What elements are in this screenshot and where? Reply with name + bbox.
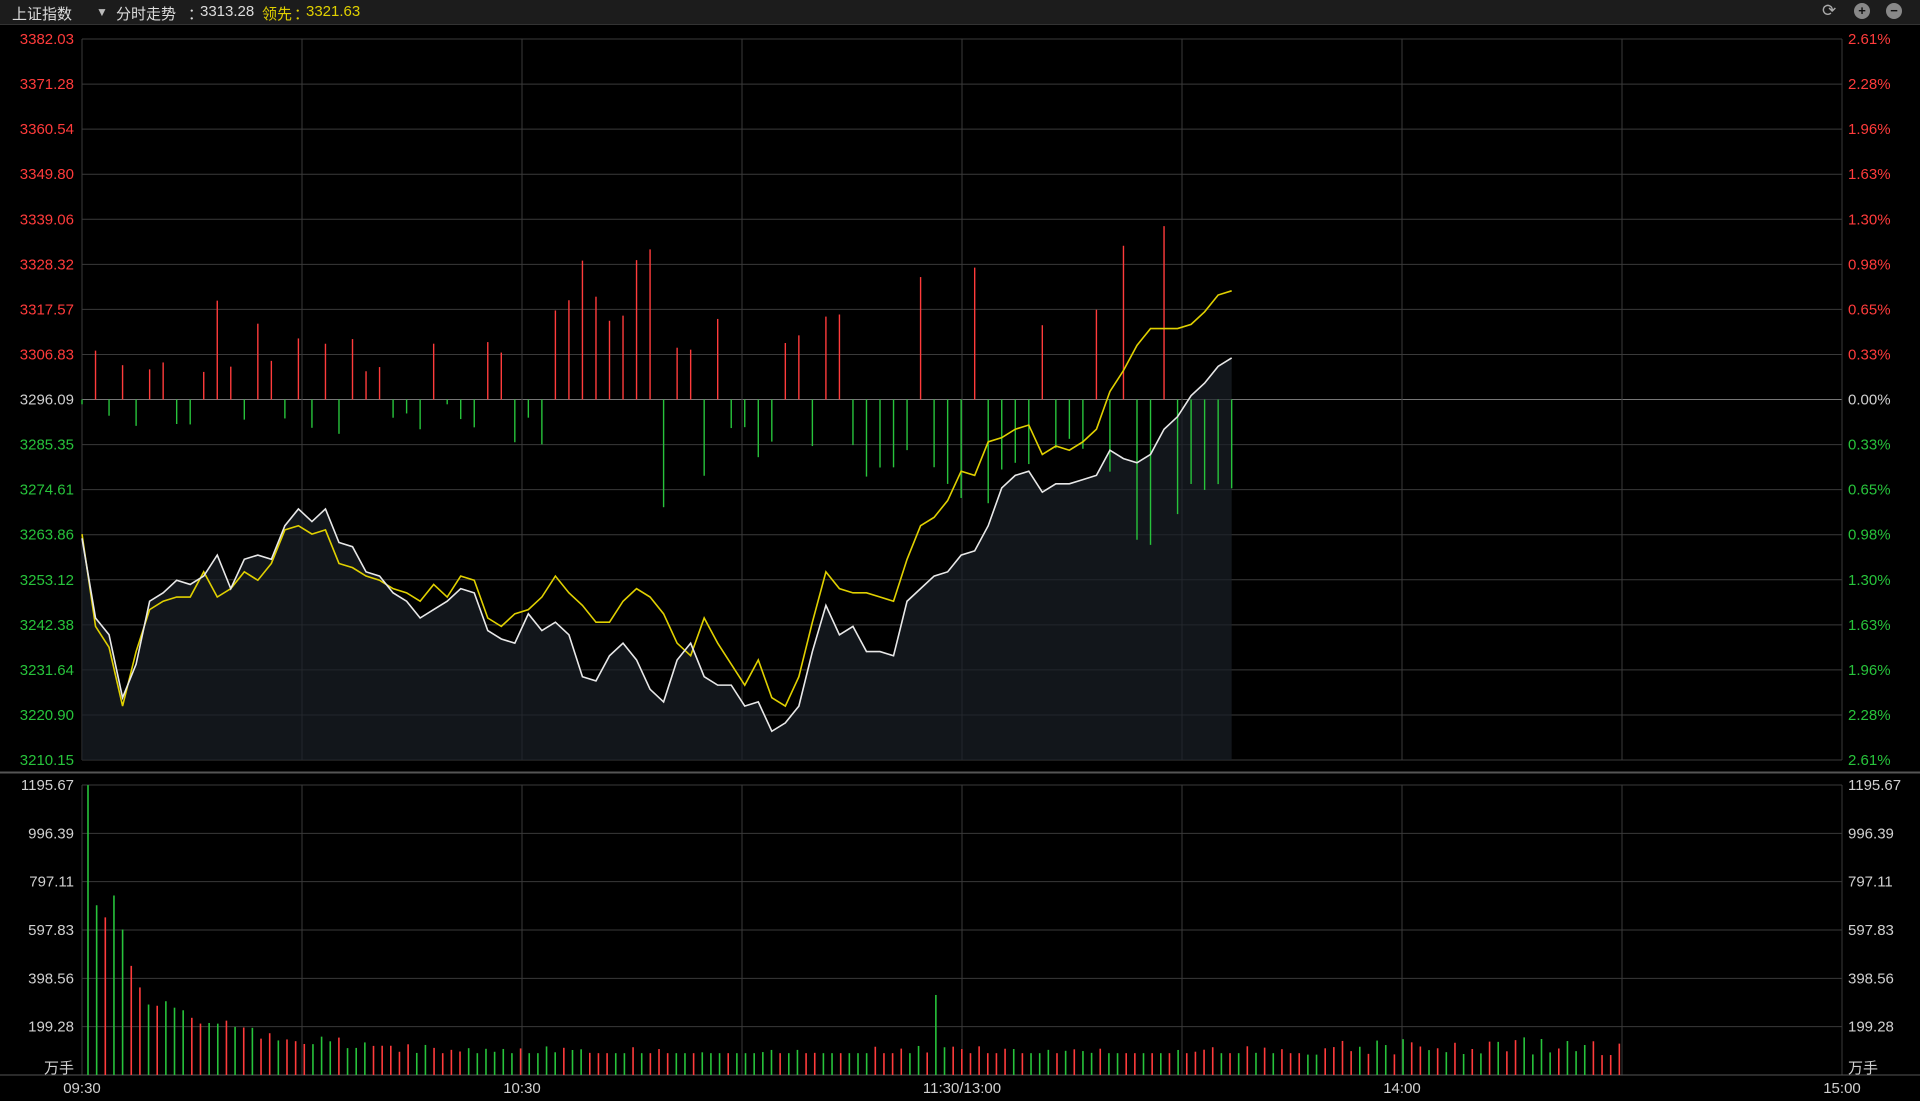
y-tick-left: 3317.57 (20, 301, 74, 318)
y-tick-right: 2.28% (1848, 707, 1891, 724)
lead-value: 3321.63 (306, 3, 361, 20)
y-tick-left: 3220.90 (20, 707, 74, 724)
y-tick-left: 3285.35 (20, 437, 74, 454)
mode-label: 分时走势 (116, 6, 177, 23)
y-tick-right: 1.30% (1848, 572, 1891, 589)
vol-tick-right: 597.83 (1848, 922, 1894, 939)
index-name[interactable]: 上证指数 (12, 3, 72, 24)
y-tick-right: 1.63% (1848, 166, 1891, 183)
y-tick-left: 3263.86 (20, 527, 74, 544)
y-tick-left: 3210.15 (20, 752, 74, 769)
dropdown-icon[interactable]: ▼ (96, 5, 108, 19)
y-tick-right: 0.33% (1848, 437, 1891, 454)
intraday-chart: 3382.03 2.61% 3371.28 2.28% 3360.54 1.96% 3349… (0, 31, 1920, 1097)
y-tick-right: 1.30% (1848, 211, 1891, 228)
vol-tick-left: 398.56 (28, 970, 74, 987)
y-tick-right: 0.98% (1848, 527, 1891, 544)
y-tick-left: 3231.64 (20, 662, 74, 679)
vol-tick-left: 199.28 (28, 1019, 74, 1036)
y-tick-right: 1.96% (1848, 662, 1891, 679)
vol-tick-right: 398.56 (1848, 970, 1894, 987)
x-tick: 10:30 (503, 1080, 541, 1097)
vol-tick-right: 199.28 (1848, 1019, 1894, 1036)
y-tick-right: 2.61% (1848, 752, 1891, 769)
vol-tick-left: 797.11 (29, 874, 74, 891)
vol-tick-right: 996.39 (1848, 825, 1894, 842)
y-tick-right: 0.65% (1848, 482, 1891, 499)
y-tick-right: 0.00% (1848, 392, 1891, 409)
y-tick-left: 3274.61 (20, 482, 74, 499)
y-tick-left: 3371.28 (20, 76, 74, 93)
plus-circle-icon[interactable]: + (1854, 3, 1870, 19)
x-tick: 14:00 (1383, 1080, 1421, 1097)
price-area (82, 357, 1232, 760)
y-tick-left: 3339.06 (20, 211, 74, 228)
y-tick-left: 3328.32 (20, 256, 74, 273)
y-tick-right: 2.28% (1848, 76, 1891, 93)
vol-tick-right: 797.11 (1848, 874, 1893, 891)
header-bar: 上证指数 ▼ 分时走势 ： 3313.28 领先 ： 3321.63 ⟳ + − (0, 0, 1920, 25)
y-tick-right: 2.61% (1848, 31, 1891, 48)
y-tick-right: 1.63% (1848, 617, 1891, 634)
y-tick-left: 3242.38 (20, 617, 74, 634)
y-tick-right: 1.96% (1848, 121, 1891, 138)
y-tick-left: 3382.03 (20, 31, 74, 48)
lead-label: 领先 (262, 6, 293, 23)
y-tick-left: 3349.80 (20, 166, 74, 183)
y-tick-left: 3253.12 (20, 572, 74, 589)
minus-circle-icon[interactable]: − (1886, 3, 1902, 19)
vol-tick-left: 597.83 (28, 922, 74, 939)
x-tick: 11:30/13:00 (923, 1080, 1001, 1097)
y-tick-left: 3296.09 (20, 392, 74, 409)
vol-tick-left: 1195.67 (21, 777, 74, 794)
vol-unit-left: 万手 (44, 1060, 74, 1077)
y-tick-right: 0.33% (1848, 346, 1891, 363)
x-tick: 09:30 (63, 1080, 101, 1097)
y-tick-left: 3360.54 (20, 121, 74, 138)
price-area-fill (82, 357, 1232, 760)
mode-value: 3313.28 (200, 3, 255, 20)
refresh-icon[interactable]: ⟳ (1822, 1, 1836, 21)
x-tick: 15:00 (1823, 1080, 1861, 1097)
y-tick-left: 3306.83 (20, 346, 74, 363)
vol-unit-right: 万手 (1848, 1060, 1878, 1077)
vol-tick-right: 1195.67 (1848, 777, 1901, 794)
vol-tick-left: 996.39 (28, 825, 74, 842)
y-tick-right: 0.65% (1848, 301, 1891, 318)
y-tick-right: 0.98% (1848, 256, 1891, 273)
